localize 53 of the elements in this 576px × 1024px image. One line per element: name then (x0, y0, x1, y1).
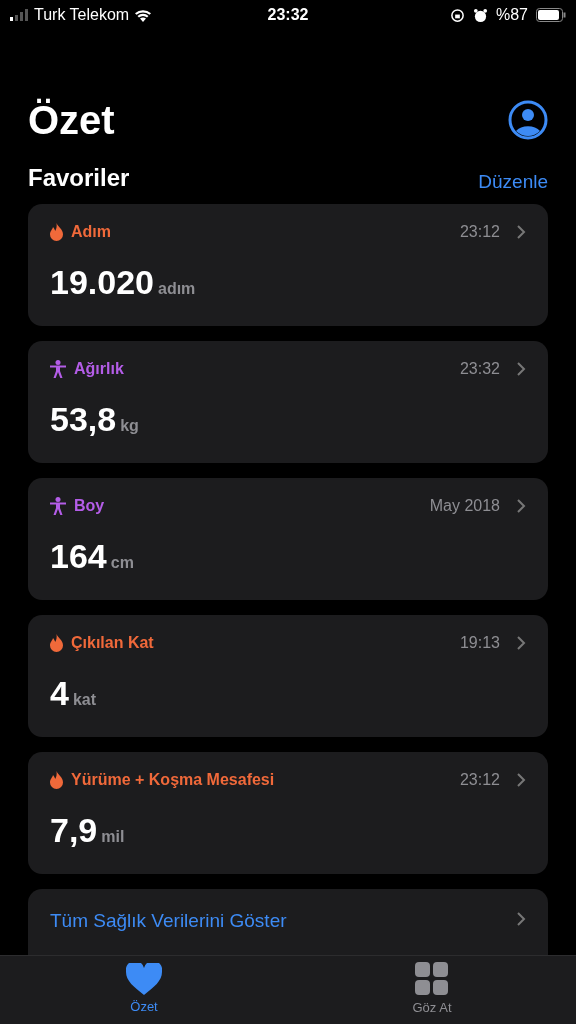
metric-card[interactable]: Yürüme + Koşma Mesafesi 23:12 7,9 mil (28, 752, 548, 874)
tab[interactable]: Özet (0, 956, 288, 1024)
chevron-icon (516, 911, 526, 927)
chevron-icon (516, 361, 526, 377)
flame-icon (50, 771, 63, 789)
chevron-icon (516, 498, 526, 514)
metric-card[interactable]: Boy May 2018 164 cm (28, 478, 548, 600)
page-title: Özet (28, 97, 115, 144)
carrier-name: Turk Telekom (34, 5, 130, 25)
metric-label: Çıkılan Kat (71, 633, 154, 653)
metric-label: Ağırlık (74, 359, 124, 379)
battery-icon (536, 8, 566, 22)
battery-percent: %87 (496, 5, 528, 25)
tab[interactable]: Göz At (288, 956, 576, 1024)
metric-value: 7,9 (50, 810, 98, 851)
grid-icon (415, 962, 449, 997)
metric-time: 19:13 (459, 633, 500, 653)
show-all-row[interactable]: Tüm Sağlık Verilerini Göster (28, 889, 548, 955)
metric-time: 23:12 (459, 770, 500, 790)
chevron-icon (516, 772, 526, 788)
metric-value: 4 (50, 673, 69, 714)
heart-icon (126, 963, 162, 996)
chevron-icon (516, 635, 526, 651)
edit-link[interactable]: Düzenle (478, 167, 548, 196)
metric-card[interactable]: Ağırlık 23:32 53,8 kg (28, 341, 548, 463)
chevron-icon (516, 224, 526, 240)
person-icon (50, 360, 66, 378)
metric-time: 23:32 (459, 359, 500, 379)
metric-unit: cm (110, 553, 134, 573)
metric-time: May 2018 (429, 496, 500, 516)
metric-time: 23:12 (459, 222, 500, 242)
metric-label: Boy (74, 496, 105, 516)
metric-card[interactable]: Adım 23:12 19.020 adım (28, 204, 548, 326)
signal-icon (10, 9, 30, 21)
metric-unit: mil (101, 827, 125, 847)
alarm-icon (473, 7, 488, 23)
metric-value: 19.020 (50, 262, 154, 303)
metric-label: Adım (71, 222, 111, 242)
metric-card[interactable]: Çıkılan Kat 19:13 4 kat (28, 615, 548, 737)
metric-label: Yürüme + Koşma Mesafesi (71, 770, 275, 790)
metric-value: 164 (50, 536, 107, 577)
wifi-icon (133, 8, 154, 22)
profile-icon[interactable] (508, 100, 548, 140)
flame-icon (50, 634, 63, 652)
rotation-lock-icon (450, 7, 465, 23)
section-heading: Favoriler (28, 163, 130, 193)
metric-unit: kat (72, 690, 97, 710)
metric-unit: adım (158, 279, 196, 299)
metric-value: 53,8 (50, 399, 117, 440)
status-time: 23:32 (267, 5, 309, 25)
flame-icon (50, 223, 63, 241)
metric-unit: kg (120, 416, 139, 436)
person-icon (50, 497, 66, 515)
